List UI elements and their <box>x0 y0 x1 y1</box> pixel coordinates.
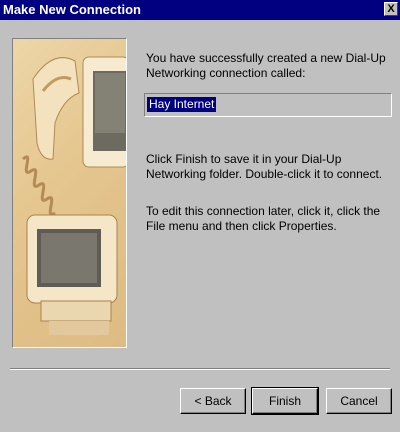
back-button[interactable]: < Back <box>180 388 246 414</box>
window-title: Make New Connection <box>3 2 141 17</box>
finish-button[interactable]: Finish <box>251 387 319 415</box>
divider-line <box>10 368 390 370</box>
edit-instructions: To edit this connection later, click it,… <box>146 204 381 233</box>
finish-instructions: Click Finish to save it in your Dial-Up … <box>146 152 383 181</box>
computer-illustration-graphic <box>13 39 126 347</box>
connection-name-field[interactable]: Hay Internet <box>144 93 392 117</box>
cancel-button[interactable]: Cancel <box>326 388 392 414</box>
success-message: You have successfully created a new Dial… <box>146 51 386 80</box>
dialog-window: Make New Connection X You have successfu… <box>0 0 400 432</box>
connection-name-value: Hay Internet <box>147 97 217 112</box>
close-icon[interactable]: X <box>384 2 398 16</box>
wizard-illustration <box>12 38 127 348</box>
title-bar[interactable]: Make New Connection X <box>0 0 400 20</box>
